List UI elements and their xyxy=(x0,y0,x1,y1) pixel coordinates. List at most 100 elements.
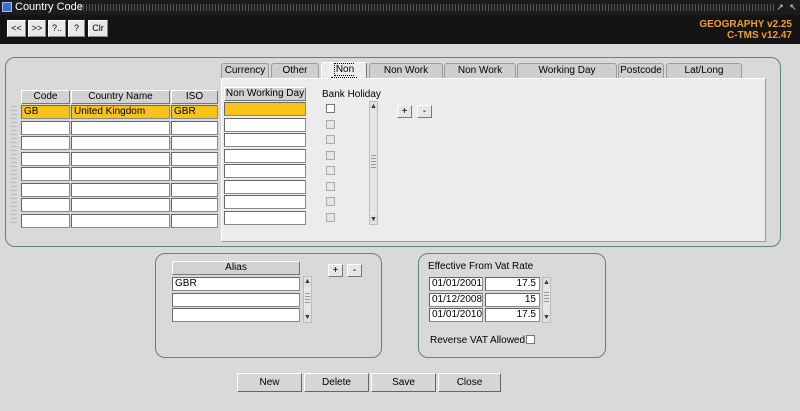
country-name-cell[interactable] xyxy=(71,120,170,135)
code-cell[interactable] xyxy=(21,136,70,150)
vat-rate-header: Vat Rate xyxy=(495,261,534,272)
iso-cell[interactable] xyxy=(171,182,218,197)
code-cell[interactable] xyxy=(21,198,70,212)
vat-rate-cell[interactable]: 15 xyxy=(485,292,540,307)
iso-cell[interactable] xyxy=(171,136,218,150)
bank-holiday-checkbox[interactable] xyxy=(326,181,335,191)
alias-cell[interactable] xyxy=(172,292,300,307)
add-alias-button[interactable]: + xyxy=(328,264,343,277)
clear-button[interactable]: Clr xyxy=(88,20,108,37)
iso-cell[interactable] xyxy=(171,213,218,228)
tab-non-work[interactable]: Non Work xyxy=(321,62,367,90)
delete-button[interactable]: Delete xyxy=(304,373,369,392)
code-cell[interactable] xyxy=(21,151,70,166)
country-name-cell[interactable] xyxy=(71,136,170,150)
alias-scrollbar[interactable]: ▲ ▼ xyxy=(303,276,312,323)
non-working-day-cell[interactable] xyxy=(224,148,306,163)
country-name-cell[interactable]: United Kingdom xyxy=(71,105,170,119)
non-working-day-cell[interactable] xyxy=(224,102,306,116)
iso-cell[interactable] xyxy=(171,120,218,135)
help-button[interactable]: ? xyxy=(68,20,85,37)
tab-currency[interactable]: Currency xyxy=(221,63,269,78)
country-name-cell[interactable] xyxy=(71,167,170,181)
title-bar-pattern xyxy=(80,4,776,11)
tab-other[interactable]: Other xyxy=(271,63,319,78)
effective-from-header: Effective From xyxy=(428,261,493,272)
vat-rate-cell[interactable]: 17.5 xyxy=(485,308,540,322)
alias-scroll-down-icon[interactable]: ▼ xyxy=(304,313,311,322)
geography-version: GEOGRAPHY v2.25 xyxy=(699,19,792,30)
bank-holiday-header: Bank Holiday xyxy=(322,89,381,100)
maximize-icon[interactable]: ↖ xyxy=(788,1,798,13)
non-working-day-header: Non Working Day xyxy=(224,87,306,101)
new-button[interactable]: New xyxy=(237,373,302,392)
vat-scroll-grip[interactable] xyxy=(544,292,549,302)
country-name-cell[interactable] xyxy=(71,213,170,228)
bank-holiday-checkbox[interactable] xyxy=(326,119,335,129)
remove-non-work-button[interactable]: - xyxy=(417,105,432,118)
code-cell[interactable]: GB xyxy=(21,105,70,119)
code-cell[interactable] xyxy=(21,182,70,197)
reverse-vat-checkbox[interactable] xyxy=(526,335,535,344)
bank-holiday-checkbox[interactable] xyxy=(326,135,335,144)
scroll-grip[interactable] xyxy=(371,154,376,168)
scroll-up-icon[interactable]: ▲ xyxy=(370,102,377,111)
code-cell[interactable] xyxy=(21,120,70,135)
vat-rate-cell[interactable]: 17.5 xyxy=(485,277,540,291)
tab-lat-long-request[interactable]: Lat/Long Request xyxy=(666,63,742,90)
title-bar: Country Code ↗ ↖ xyxy=(0,0,800,15)
country-name-header: Country Name xyxy=(71,90,170,104)
remove-alias-button[interactable]: - xyxy=(347,264,362,277)
window-title: Country Code xyxy=(15,1,83,13)
effective-from-cell[interactable]: 01/01/2001 xyxy=(429,277,483,291)
bank-holiday-checkbox[interactable] xyxy=(326,104,335,113)
iso-cell[interactable] xyxy=(171,198,218,212)
non-working-day-cell[interactable] xyxy=(224,133,306,147)
vat-scroll-down-icon[interactable]: ▼ xyxy=(543,313,550,322)
tab-postcode[interactable]: Postcode xyxy=(618,63,664,78)
add-non-work-button[interactable]: + xyxy=(397,105,412,118)
bank-holiday-checkbox[interactable] xyxy=(326,212,335,222)
iso-cell[interactable] xyxy=(171,167,218,181)
alias-header: Alias xyxy=(172,261,300,275)
effective-from-cell[interactable]: 01/01/2010 xyxy=(429,308,483,322)
restore-icon[interactable]: ↗ xyxy=(775,1,785,13)
country-name-cell[interactable] xyxy=(71,182,170,197)
vat-scroll-up-icon[interactable]: ▲ xyxy=(543,278,550,287)
iso-header: ISO xyxy=(171,90,218,104)
vat-scrollbar[interactable]: ▲ ▼ xyxy=(542,277,551,323)
bank-holiday-checkbox[interactable] xyxy=(326,166,335,175)
scroll-down-icon[interactable]: ▼ xyxy=(370,215,377,224)
first-record-button[interactable]: << xyxy=(7,20,26,37)
save-button[interactable]: Save xyxy=(371,373,436,392)
bank-holiday-checkbox[interactable] xyxy=(326,150,335,160)
country-name-cell[interactable] xyxy=(71,151,170,166)
non-working-day-cell[interactable] xyxy=(224,179,306,194)
app-icon xyxy=(2,2,12,12)
alias-cell[interactable]: GBR xyxy=(172,277,300,291)
alias-cell[interactable] xyxy=(172,308,300,322)
non-working-day-cell[interactable] xyxy=(224,117,306,132)
reverse-vat-label: Reverse VAT Allowed xyxy=(430,335,526,346)
non-work-scrollbar[interactable]: ▲ ▼ xyxy=(369,101,378,225)
query-button[interactable]: ?.. xyxy=(48,20,66,37)
effective-from-cell[interactable]: 01/12/2008 xyxy=(429,292,483,307)
country-name-cell[interactable] xyxy=(71,198,170,212)
code-cell[interactable] xyxy=(21,213,70,228)
iso-cell[interactable]: GBR xyxy=(171,105,218,119)
iso-cell[interactable] xyxy=(171,151,218,166)
code-header: Code xyxy=(21,90,70,104)
bank-holiday-checkbox[interactable] xyxy=(326,197,335,206)
close-button[interactable]: Close xyxy=(438,373,501,392)
alias-scroll-grip[interactable] xyxy=(305,293,310,303)
tab-non-work-depot[interactable]: Non Work Depot xyxy=(369,63,443,90)
non-working-day-cell[interactable] xyxy=(224,210,306,225)
next-record-button[interactable]: >> xyxy=(28,20,46,37)
non-working-day-cell[interactable] xyxy=(224,164,306,178)
alias-scroll-up-icon[interactable]: ▲ xyxy=(304,277,311,286)
tab-working-day-exception[interactable]: Working Day Exception xyxy=(517,63,617,90)
tab-non-work-route[interactable]: Non Work Route xyxy=(444,63,516,90)
code-cell[interactable] xyxy=(21,167,70,181)
non-working-day-cell[interactable] xyxy=(224,195,306,209)
app-version-info: GEOGRAPHY v2.25 C-TMS v12.47 xyxy=(699,19,792,41)
